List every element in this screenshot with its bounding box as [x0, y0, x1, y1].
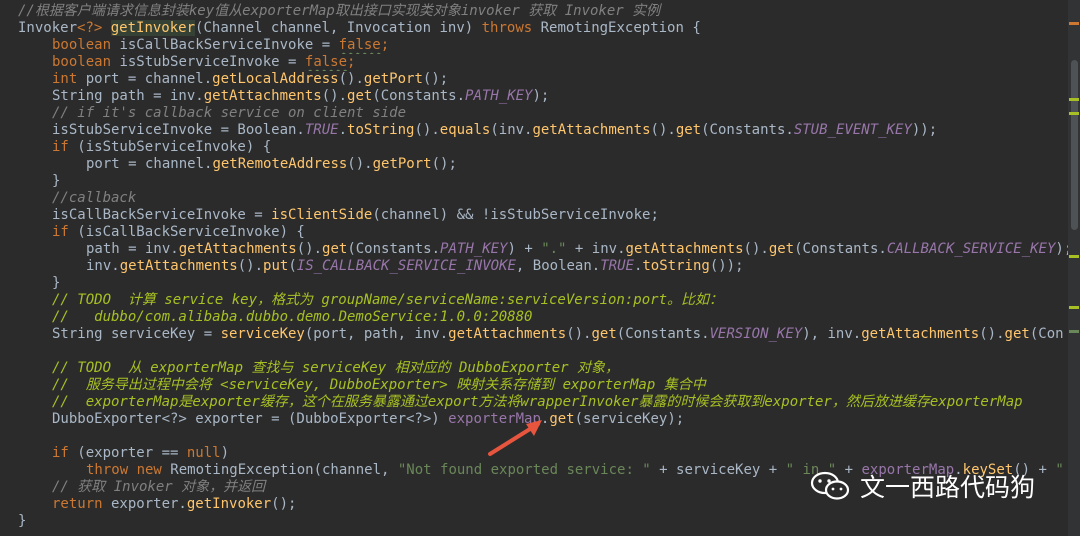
wechat-icon — [810, 471, 850, 500]
annotation-arrow — [488, 420, 542, 456]
code-line-11: } — [52, 173, 61, 189]
todo-marker[interactable] — [1069, 306, 1079, 309]
watermark-text: 文一西路代码狗 — [860, 473, 1036, 502]
code-line-13: isCallBackServiceInvoke = isClientSide(c… — [52, 207, 659, 223]
code-line-23: // 服务导出过程中会将 <serviceKey, DubboExporter>… — [52, 377, 706, 393]
code-editor[interactable]: //根据客户端请求信息封装key值从exporterMap取出接口实现类对象in… — [0, 0, 1080, 536]
code-line-7: // if it's callback service on client si… — [52, 105, 407, 121]
watermark: 文一西路代码狗 — [810, 468, 1035, 504]
code-line-1: //根据客户端请求信息封装key值从exporterMap取出接口实现类对象in… — [18, 3, 661, 19]
code-line-6: String path = inv.getAttachments().get(C… — [52, 88, 550, 104]
code-line-8: isStubServiceInvoke = Boolean.TRUE.toStr… — [52, 122, 938, 138]
code-line-31: } — [18, 513, 27, 529]
code-line-16: inv.getAttachments().put(IS_CALLBACK_SER… — [86, 258, 744, 274]
error-marker[interactable] — [1069, 22, 1079, 25]
code-line-22: // TODO 从 exporterMap 查找与 serviceKey 相对应… — [52, 360, 620, 376]
todo-marker[interactable] — [1069, 255, 1079, 258]
code-line-5: int port = channel.getLocalAddress().get… — [52, 71, 449, 87]
scrollbar-thumb[interactable] — [1071, 60, 1078, 230]
code-line-10: port = channel.getRemoteAddress().getPor… — [86, 156, 457, 172]
todo-marker[interactable] — [1069, 112, 1079, 115]
code-line-14: if (isCallBackServiceInvoke) { — [52, 224, 305, 240]
code-line-17: } — [52, 275, 61, 291]
code-line-9: if (isStubServiceInvoke) { — [52, 139, 272, 155]
todo-marker[interactable] — [1069, 98, 1079, 101]
vertical-scrollbar[interactable] — [1068, 0, 1080, 536]
code-line-24: // exporterMap是exporter缓存，这个在服务暴露通过expor… — [52, 394, 1023, 410]
code-line-2: Invoker<?> getInvoker(Channel channel, I… — [18, 20, 701, 36]
code-line-15: path = inv.getAttachments().get(Constant… — [86, 241, 1068, 257]
code-line-12: //callback — [52, 190, 137, 206]
code-line-19: // dubbo/com.alibaba.dubbo.demo.DemoServ… — [52, 309, 533, 325]
code-line-18: // TODO 计算 service key，格式为 groupName/ser… — [52, 292, 724, 308]
warning-marker[interactable] — [1069, 330, 1079, 333]
code-line-20: String serviceKey = serviceKey(port, pat… — [52, 326, 1064, 342]
code-line-3: boolean isCallBackServiceInvoke = false; — [52, 37, 390, 53]
code-line-4: boolean isStubServiceInvoke = false; — [52, 54, 356, 70]
